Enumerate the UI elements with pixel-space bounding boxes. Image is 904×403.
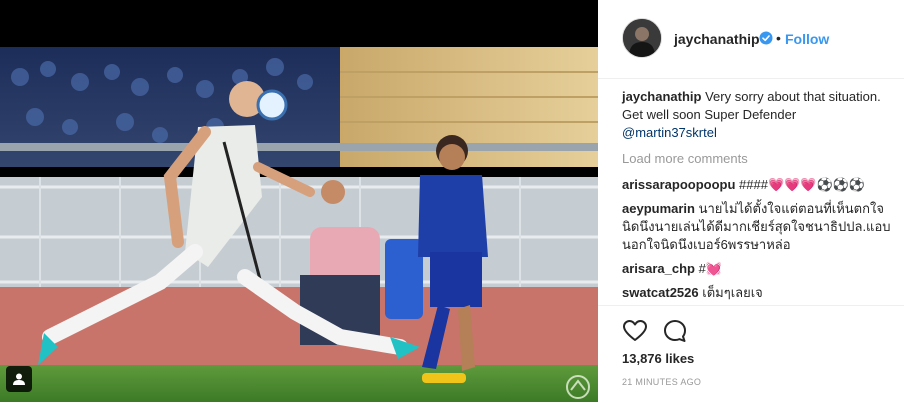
comments-section: jaychanathip Very sorry about that situa… bbox=[622, 88, 894, 308]
post-header: jaychanathip • Follow bbox=[598, 0, 904, 79]
post-photo[interactable] bbox=[0, 0, 598, 402]
comment-bubble-icon[interactable] bbox=[662, 318, 688, 344]
comment-username[interactable]: aeypumarin bbox=[622, 201, 695, 216]
avatar[interactable] bbox=[622, 18, 662, 58]
username-link[interactable]: jaychanathip bbox=[674, 31, 760, 47]
comment-text: เต็มๆเลยเจ bbox=[702, 285, 763, 300]
match-photo bbox=[0, 47, 598, 402]
comment-text: #💓 bbox=[698, 261, 723, 276]
user-tag-icon[interactable] bbox=[6, 366, 32, 392]
heart-icon[interactable] bbox=[622, 318, 648, 344]
post-caption: jaychanathip Very sorry about that situa… bbox=[622, 88, 894, 142]
photo-top-letterbox bbox=[0, 0, 598, 47]
likes-count[interactable]: 13,876 likes bbox=[622, 351, 694, 366]
caption-mention-link[interactable]: @martin37skrtel bbox=[622, 125, 717, 140]
comment-text: ####💗💗💗⚽⚽⚽ bbox=[739, 177, 866, 192]
post-timestamp[interactable]: 21 MINUTES AGO bbox=[622, 377, 701, 387]
comment-username[interactable]: arisara_chp bbox=[622, 261, 695, 276]
comment-item: swatcat2526 เต็มๆเลยเจ bbox=[622, 284, 894, 302]
follow-button[interactable]: Follow bbox=[785, 31, 829, 47]
load-more-comments-button[interactable]: Load more comments bbox=[622, 150, 894, 168]
comment-username[interactable]: arissarapoopoopu bbox=[622, 177, 735, 192]
comment-item: arissarapoopoopu ####💗💗💗⚽⚽⚽ bbox=[622, 176, 894, 194]
comment-item: arisara_chp #💓 bbox=[622, 260, 894, 278]
post-actions: 13,876 likes 21 MINUTES AGO bbox=[598, 305, 904, 403]
separator-dot: • bbox=[776, 30, 781, 46]
post-side-panel: jaychanathip • Follow jaychanathip Very … bbox=[598, 0, 904, 402]
comment-item: aeypumarin นายไม่ได้ตั้งใจแต่ตอนที่เห็นต… bbox=[622, 200, 894, 254]
comment-username[interactable]: swatcat2526 bbox=[622, 285, 699, 300]
caption-username[interactable]: jaychanathip bbox=[622, 89, 701, 104]
watermark-logo bbox=[563, 374, 593, 400]
verified-badge-icon bbox=[759, 31, 773, 45]
